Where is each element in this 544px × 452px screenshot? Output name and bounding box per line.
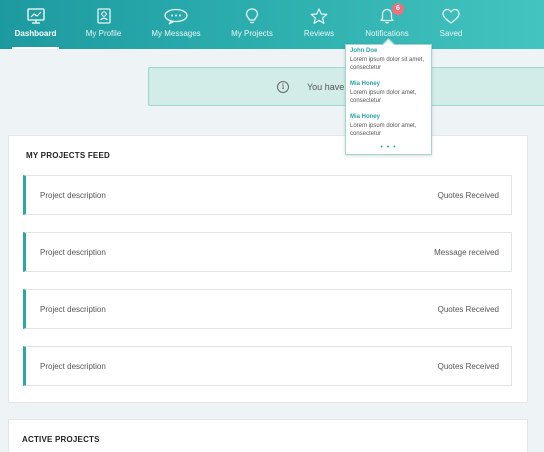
- notification-message: Lorem ipsum dolor amet, consectetur: [350, 90, 417, 104]
- feed-row[interactable]: Project description Quotes Received: [23, 346, 512, 386]
- notification-sender: Mia Honey: [350, 114, 381, 120]
- active-projects-card: ACTIVE PROJECTS: [8, 419, 528, 452]
- project-description: Project description: [40, 305, 106, 314]
- messages-icon: [164, 8, 188, 25]
- feed-row[interactable]: Project description Message received: [23, 232, 512, 272]
- nav-label: My Projects: [231, 29, 273, 38]
- notifications-dropdown: John Doe Lorem ipsum dolor sit amet, con…: [345, 44, 432, 155]
- profile-icon: [96, 8, 111, 24]
- nav-label: Dashboard: [14, 29, 57, 38]
- project-description: Project description: [40, 362, 106, 371]
- notification-message: Lorem ipsum dolor amet, consectetur: [350, 123, 417, 137]
- dashboard-icon: [26, 8, 45, 24]
- nav-label: Saved: [439, 29, 463, 38]
- nav-item-saved[interactable]: Saved: [437, 0, 465, 49]
- project-description: Project description: [40, 248, 106, 257]
- nav-item-my-projects[interactable]: My Projects: [229, 0, 275, 49]
- notification-count-badge: 6: [392, 3, 404, 15]
- nav-label: Notifications: [365, 29, 409, 38]
- projects-icon: [245, 8, 259, 24]
- nav-label: Reviews: [303, 29, 335, 38]
- project-status: Quotes Received: [437, 362, 499, 371]
- notification-sender: Mia Honey: [350, 81, 381, 87]
- more-notifications-link[interactable]: • • •: [346, 144, 431, 151]
- top-navigation: Dashboard My Profile My Messages My Proj…: [0, 0, 544, 49]
- project-status: Quotes Received: [437, 191, 499, 200]
- feed-title: MY PROJECTS FEED: [26, 151, 110, 160]
- notification-item[interactable]: Mia Honey Lorem ipsum dolor amet, consec…: [350, 114, 430, 138]
- project-status: Quotes Received: [437, 305, 499, 314]
- active-projects-title: ACTIVE PROJECTS: [22, 435, 100, 444]
- feed-row[interactable]: Project description Quotes Received: [23, 175, 512, 215]
- info-icon: i: [277, 81, 289, 93]
- nav-item-dashboard[interactable]: Dashboard: [12, 0, 59, 49]
- heart-icon: [442, 8, 460, 24]
- nav-label: My Profile: [85, 29, 122, 38]
- nav-label: My Messages: [151, 29, 201, 38]
- project-description: Project description: [40, 191, 106, 200]
- notification-item[interactable]: Mia Honey Lorem ipsum dolor amet, consec…: [350, 81, 430, 105]
- project-status: Message received: [434, 248, 499, 257]
- star-icon: [310, 8, 328, 24]
- feed-row[interactable]: Project description Quotes Received: [23, 289, 512, 329]
- notification-sender: John Doe: [350, 48, 378, 54]
- notification-message: Lorem ipsum dolor sit amet, consectetur: [350, 57, 425, 71]
- nav-item-my-profile[interactable]: My Profile: [82, 0, 125, 49]
- nav-item-my-messages[interactable]: My Messages: [149, 0, 203, 49]
- nav-item-reviews[interactable]: Reviews: [302, 0, 336, 49]
- notification-item[interactable]: John Doe Lorem ipsum dolor sit amet, con…: [350, 48, 430, 72]
